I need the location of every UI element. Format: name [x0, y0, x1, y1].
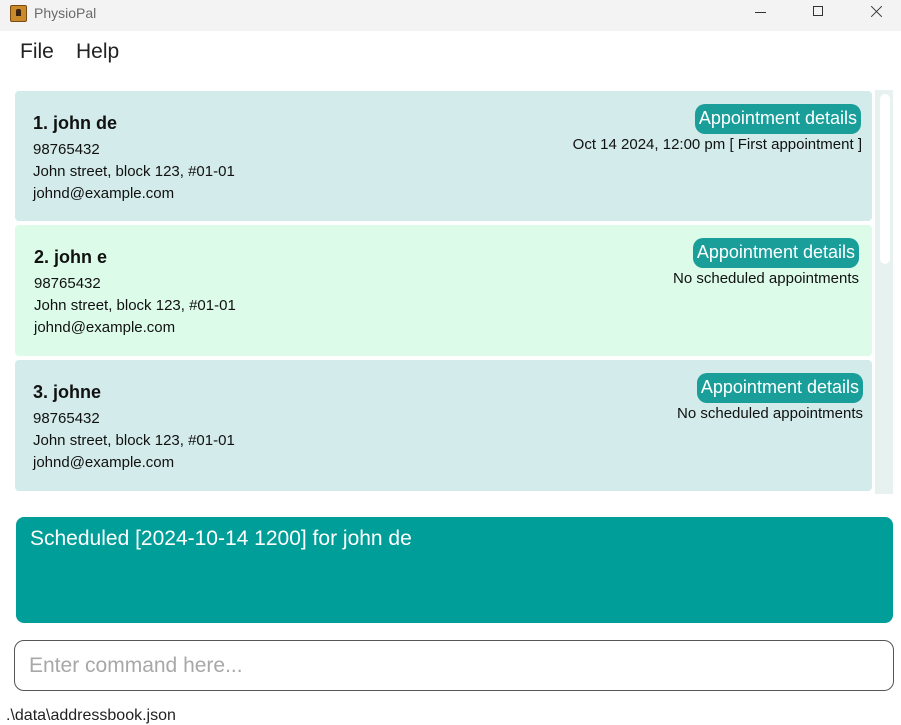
appointment-info: Oct 14 2024, 12:00 pm [ First appointmen…	[572, 136, 862, 153]
person-phone: 98765432	[33, 410, 100, 427]
person-email: johnd@example.com	[34, 319, 176, 336]
person-email: johnd@example.com	[33, 454, 175, 471]
appointment-details-button[interactable]: Appointment details	[692, 238, 859, 268]
person-list[interactable]: 1. john de 98765432 John street, block 1…	[15, 90, 875, 494]
person-card[interactable]: 1. john de 98765432 John street, block 1…	[15, 91, 872, 221]
person-card[interactable]: 3. johne 98765432 John street, block 123…	[15, 360, 872, 491]
list-scrollbar-thumb[interactable]	[880, 94, 890, 264]
maximize-button[interactable]	[789, 0, 847, 31]
person-phone: 98765432	[34, 275, 101, 292]
appointment-details-button[interactable]: Appointment details	[694, 104, 861, 134]
person-name: 3. johne	[33, 382, 102, 402]
title-bar: PhysioPal	[0, 0, 901, 31]
appointment-info: No scheduled appointments	[673, 270, 859, 287]
person-name: 2. john e	[34, 247, 108, 267]
app-icon	[10, 5, 27, 22]
person-address: John street, block 123, #01-01	[34, 297, 236, 314]
result-message: Scheduled [2024-10-14 1200] for john de	[30, 527, 412, 550]
appointment-info: No scheduled appointments	[677, 405, 863, 422]
menu-file[interactable]: File	[20, 40, 54, 64]
close-button[interactable]	[847, 0, 901, 31]
status-bar-path: .\data\addressbook.json	[6, 707, 176, 724]
person-name: 1. john de	[33, 113, 118, 133]
minimize-button[interactable]	[731, 0, 789, 31]
person-email: johnd@example.com	[33, 185, 175, 202]
appointment-details-button[interactable]: Appointment details	[696, 373, 863, 403]
command-input[interactable]	[14, 640, 894, 691]
window-title: PhysioPal	[34, 5, 97, 21]
person-address: John street, block 123, #01-01	[33, 163, 235, 180]
menu-help[interactable]: Help	[76, 40, 119, 64]
person-phone: 98765432	[33, 141, 100, 158]
result-display: Scheduled [2024-10-14 1200] for john de	[16, 517, 893, 623]
person-address: John street, block 123, #01-01	[33, 432, 235, 449]
person-card[interactable]: 2. john e 98765432 John street, block 12…	[15, 225, 872, 356]
